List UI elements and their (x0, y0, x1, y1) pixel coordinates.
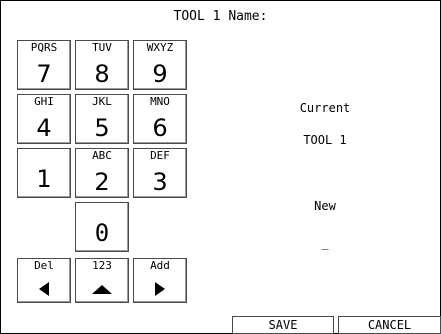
key-4-digit: 4 (36, 114, 52, 142)
key-9[interactable]: WXYZ 9 (133, 40, 187, 90)
delete-key-label: Del (34, 259, 54, 272)
up-triangle-icon (76, 282, 128, 296)
key-5[interactable]: JKL 5 (75, 94, 129, 144)
page-title: TOOL 1 Name: (173, 9, 268, 24)
key-4-letters: GHI (34, 95, 54, 108)
key-0-digit: 0 (94, 219, 110, 247)
key-9-letters: WXYZ (146, 41, 174, 54)
mode-key-label: 123 (92, 259, 112, 272)
key-6-letters: MNO (150, 95, 170, 108)
save-button[interactable]: SAVE (232, 316, 334, 334)
key-2-digit: 2 (94, 168, 110, 196)
add-key-label: Add (150, 259, 170, 272)
current-value: TOOL 1 (303, 133, 347, 147)
key-2-letters: ABC (92, 149, 112, 162)
new-value: _ (321, 236, 329, 250)
key-5-digit: 5 (94, 114, 110, 142)
key-9-digit: 9 (152, 60, 168, 88)
key-8-letters: TUV (92, 41, 112, 54)
key-7-digit: 7 (36, 60, 52, 88)
key-1[interactable]: 1 (17, 148, 71, 198)
new-label: New (314, 199, 336, 213)
delete-key[interactable]: Del (17, 258, 71, 303)
key-4[interactable]: GHI 4 (17, 94, 71, 144)
key-3-digit: 3 (152, 168, 168, 196)
key-6[interactable]: MNO 6 (133, 94, 187, 144)
key-3-letters: DEF (150, 149, 170, 162)
key-5-letters: JKL (92, 95, 112, 108)
key-8-digit: 8 (94, 60, 110, 88)
key-7[interactable]: PQRS 7 (17, 40, 71, 90)
left-triangle-icon (18, 282, 70, 296)
key-2[interactable]: ABC 2 (75, 148, 129, 198)
mode-key[interactable]: 123 (75, 258, 129, 303)
key-0[interactable]: 0 (75, 202, 129, 252)
current-label: Current (299, 101, 351, 115)
key-3[interactable]: DEF 3 (133, 148, 187, 198)
key-1-digit: 1 (36, 165, 52, 193)
key-8[interactable]: TUV 8 (75, 40, 129, 90)
cancel-button[interactable]: CANCEL (338, 316, 441, 334)
key-6-digit: 6 (152, 114, 168, 142)
add-key[interactable]: Add (133, 258, 187, 303)
right-triangle-icon (134, 282, 186, 296)
key-7-letters: PQRS (30, 41, 58, 54)
